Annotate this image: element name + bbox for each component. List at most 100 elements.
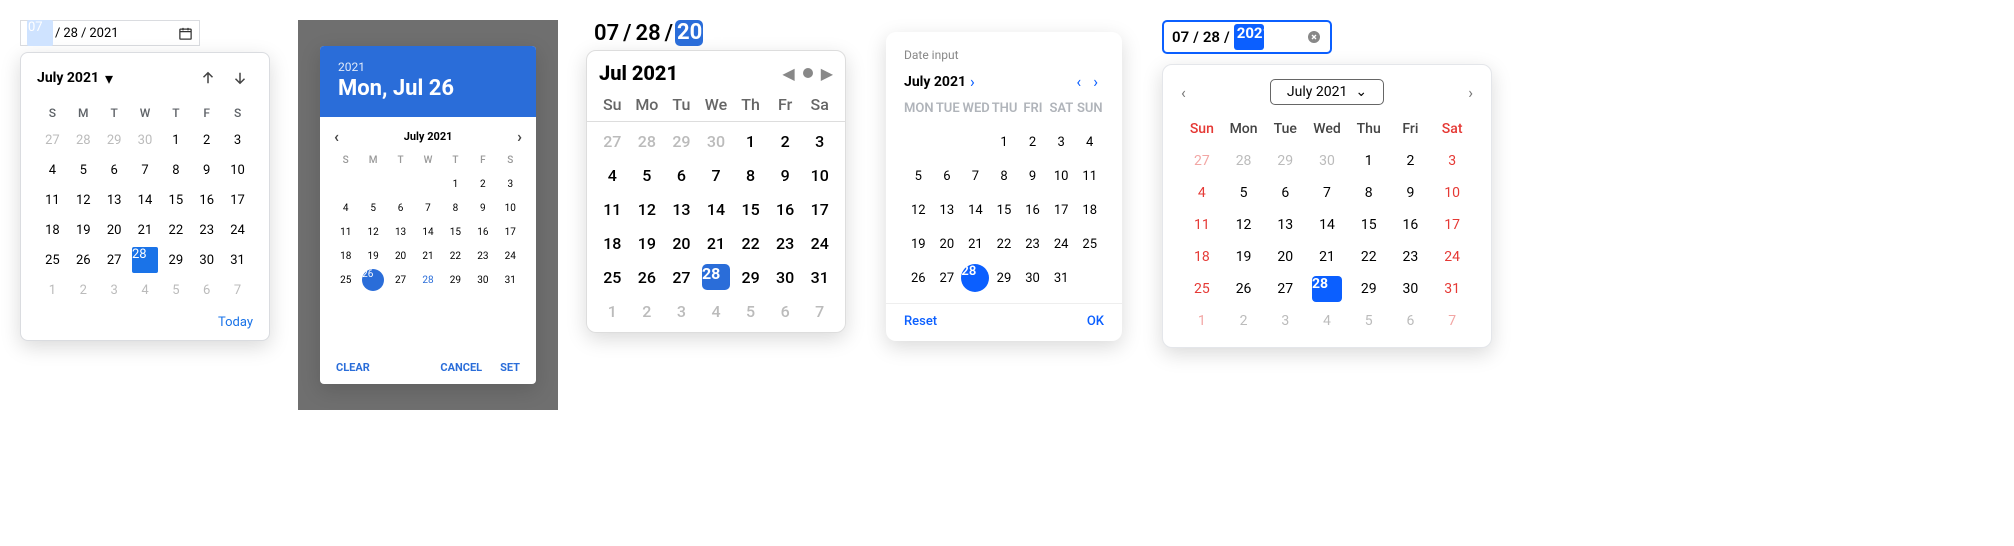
date-cell[interactable]: 26 (68, 245, 99, 275)
date-cell[interactable]: 16 (191, 185, 222, 215)
month-segment[interactable]: 07 (27, 20, 53, 46)
date-cell[interactable]: 10 (1431, 177, 1473, 209)
date-cell[interactable]: 22 (990, 227, 1019, 261)
date-cell[interactable]: 15 (160, 185, 191, 215)
date-cell[interactable]: 5 (68, 155, 99, 185)
prev-month-button[interactable]: ‹ (334, 127, 339, 146)
date-cell[interactable]: 17 (802, 192, 837, 226)
date-cell[interactable]: 6 (387, 196, 414, 220)
day-segment[interactable]: 28 (634, 21, 663, 46)
day-segment[interactable]: 28 (62, 26, 79, 41)
date-cell[interactable]: 9 (191, 155, 222, 185)
date-cell[interactable]: 5 (359, 196, 386, 220)
date-cell[interactable]: 27 (664, 260, 699, 294)
clear-button[interactable] (1306, 29, 1322, 45)
date-cell[interactable]: 3 (1047, 125, 1076, 159)
date-cell[interactable]: 31 (802, 260, 837, 294)
date-cell[interactable]: 21 (961, 227, 990, 261)
date-cell[interactable]: 12 (359, 220, 386, 244)
date-cell[interactable]: 5 (630, 158, 665, 192)
date-cell[interactable]: 29 (1348, 273, 1390, 305)
date-cell[interactable]: 16 (768, 192, 803, 226)
date-cell[interactable]: 5 (1348, 305, 1390, 337)
date-cell[interactable]: 25 (595, 260, 630, 294)
date-cell[interactable]: 6 (99, 155, 130, 185)
date-cell[interactable]: 28 (1306, 273, 1348, 305)
date-cell[interactable]: 18 (595, 226, 630, 260)
date-cell[interactable]: 14 (961, 193, 990, 227)
date-cell[interactable]: 24 (222, 215, 253, 245)
date-cell[interactable]: 4 (130, 275, 161, 305)
month-year-button[interactable]: July 2021 ⌄ (1270, 79, 1384, 105)
date-cell[interactable]: 15 (733, 192, 768, 226)
date-cell[interactable]: 11 (595, 192, 630, 226)
date-input[interactable]: 07 / 28 / 2021 (20, 20, 200, 46)
date-cell[interactable]: 6 (1390, 305, 1432, 337)
date-cell[interactable]: 10 (802, 158, 837, 192)
date-input[interactable]: 07 / 28 / 2021 (592, 20, 846, 46)
date-cell[interactable]: 3 (802, 124, 837, 158)
ok-button[interactable]: OK (1087, 314, 1104, 329)
date-cell[interactable]: 7 (414, 196, 441, 220)
date-cell[interactable]: 16 (1390, 209, 1432, 241)
date-cell[interactable]: 23 (469, 244, 496, 268)
date-cell[interactable]: 4 (1181, 177, 1223, 209)
date-cell[interactable]: 18 (1075, 193, 1104, 227)
date-cell[interactable]: 5 (733, 294, 768, 328)
date-cell[interactable]: 5 (160, 275, 191, 305)
date-cell[interactable]: 19 (68, 215, 99, 245)
prev-month-button[interactable]: ‹ (1070, 72, 1087, 91)
date-cell[interactable]: 24 (1431, 241, 1473, 273)
date-cell[interactable]: 7 (130, 155, 161, 185)
date-cell[interactable]: 17 (1431, 209, 1473, 241)
date-cell[interactable]: 28 (961, 261, 990, 295)
date-cell[interactable]: 8 (442, 196, 469, 220)
date-cell[interactable]: 19 (359, 244, 386, 268)
cancel-button[interactable]: CANCEL (440, 361, 482, 374)
date-cell[interactable]: 27 (595, 124, 630, 158)
date-cell[interactable]: 30 (469, 268, 496, 292)
month-year-button[interactable]: July 2021 (904, 74, 966, 90)
prev-month-button[interactable] (195, 65, 221, 91)
date-cell[interactable]: 6 (191, 275, 222, 305)
date-cell[interactable]: 2 (68, 275, 99, 305)
date-cell[interactable]: 25 (37, 245, 68, 275)
date-cell[interactable]: 4 (332, 196, 359, 220)
date-cell[interactable]: 29 (1264, 145, 1306, 177)
date-cell[interactable]: 13 (933, 193, 962, 227)
date-cell[interactable]: 9 (1018, 159, 1047, 193)
date-cell[interactable]: 2 (1223, 305, 1265, 337)
date-cell[interactable]: 13 (99, 185, 130, 215)
year-segment[interactable]: 2021 (1234, 24, 1264, 50)
date-cell[interactable]: 1 (442, 172, 469, 196)
date-cell[interactable]: 3 (222, 125, 253, 155)
date-cell[interactable]: 29 (160, 245, 191, 275)
next-month-button[interactable]: › (1087, 72, 1104, 91)
date-cell[interactable]: 23 (1390, 241, 1432, 273)
date-cell[interactable]: 31 (222, 245, 253, 275)
date-cell[interactable]: 6 (1264, 177, 1306, 209)
date-cell[interactable]: 21 (1306, 241, 1348, 273)
date-cell[interactable]: 27 (1264, 273, 1306, 305)
date-cell[interactable]: 27 (99, 245, 130, 275)
month-segment[interactable]: 07 (1172, 28, 1189, 46)
date-cell[interactable]: 7 (222, 275, 253, 305)
date-cell[interactable]: 17 (497, 220, 524, 244)
date-cell[interactable]: 11 (37, 185, 68, 215)
date-cell[interactable]: 8 (990, 159, 1019, 193)
date-cell[interactable]: 30 (699, 124, 734, 158)
date-cell[interactable]: 26 (630, 260, 665, 294)
next-month-button[interactable]: ▶ (821, 64, 833, 83)
date-cell[interactable]: 25 (1181, 273, 1223, 305)
date-cell[interactable]: 3 (1264, 305, 1306, 337)
date-cell[interactable]: 7 (699, 158, 734, 192)
date-cell[interactable]: 7 (802, 294, 837, 328)
date-cell[interactable]: 28 (130, 245, 161, 275)
date-cell[interactable]: 22 (160, 215, 191, 245)
date-cell[interactable]: 9 (1390, 177, 1432, 209)
date-cell[interactable]: 5 (1223, 177, 1265, 209)
date-cell[interactable]: 10 (497, 196, 524, 220)
date-cell[interactable]: 9 (469, 196, 496, 220)
date-cell[interactable]: 27 (37, 125, 68, 155)
year-button[interactable]: 2021 (338, 60, 518, 74)
